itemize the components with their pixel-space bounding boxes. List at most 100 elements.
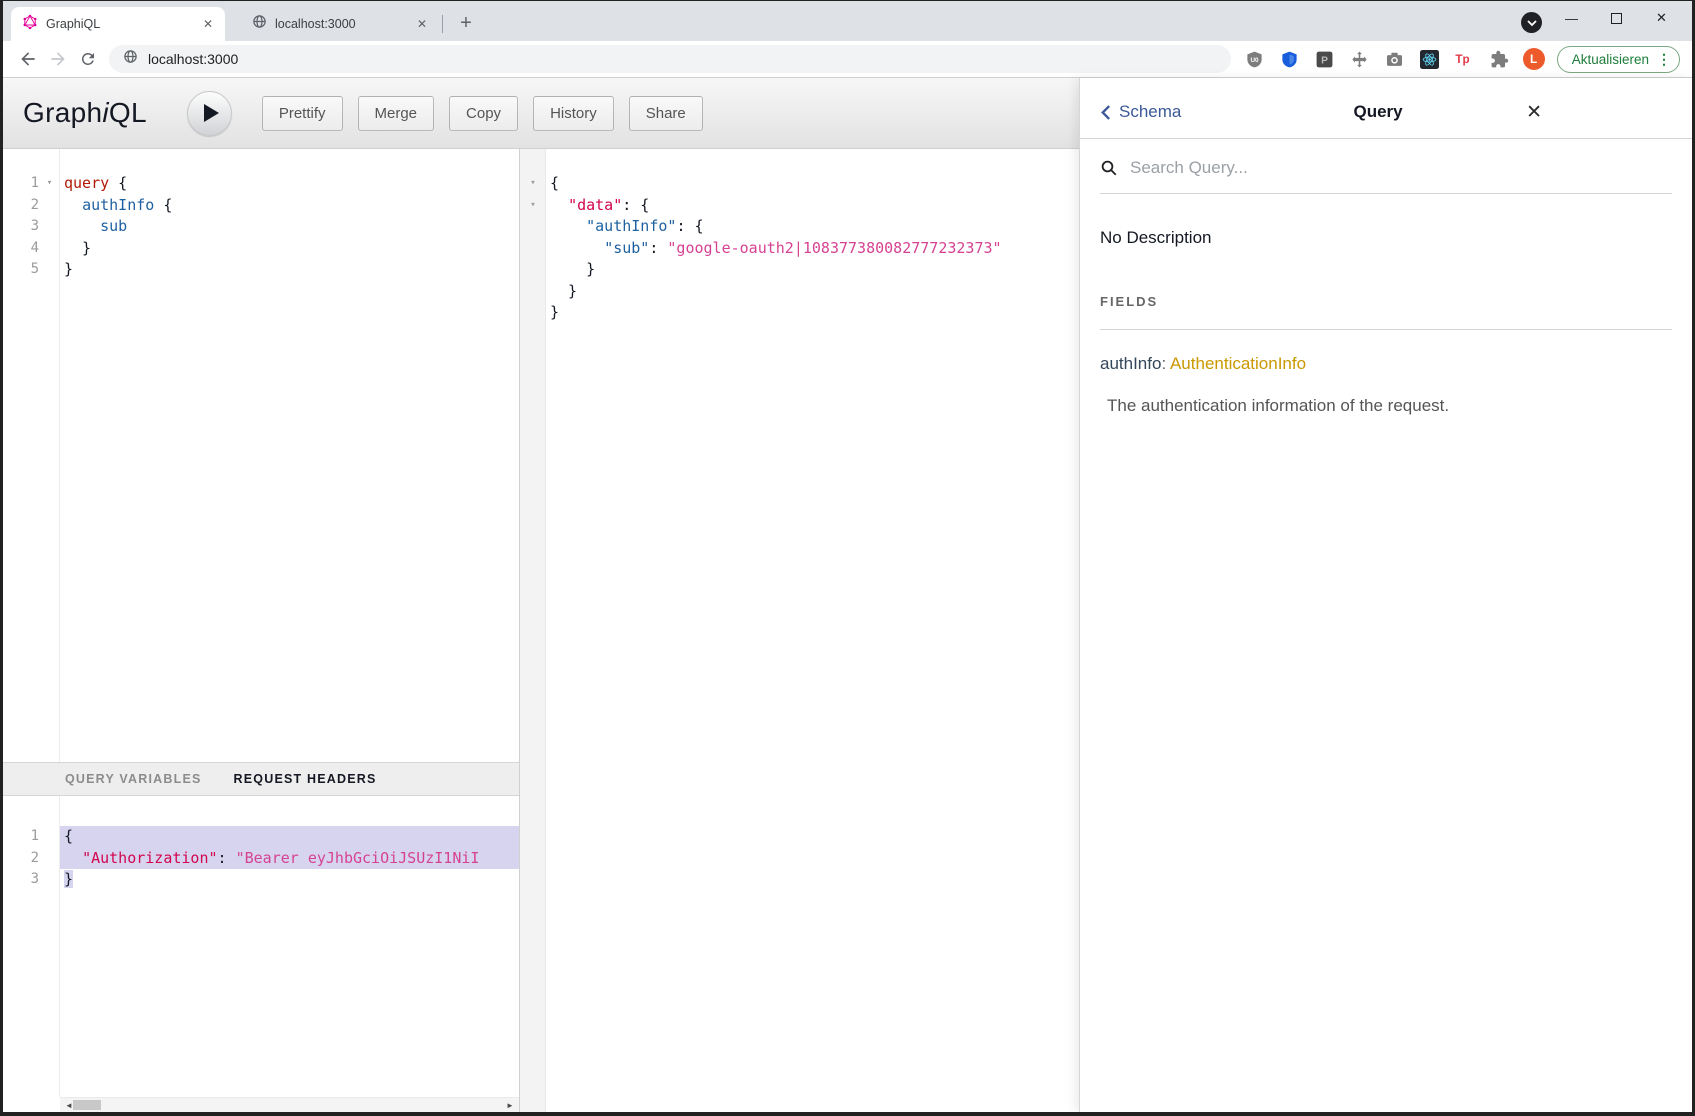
doc-close-icon[interactable]: ✕ (1526, 103, 1542, 122)
profile-avatar[interactable]: L (1523, 48, 1545, 70)
request-headers-editor[interactable]: 1{2 "Authorization": "Bearer eyJhbGciOiJ… (3, 796, 519, 1097)
puzzle-extension-icon[interactable] (1489, 49, 1510, 70)
fold-gutter-spacer (520, 216, 546, 238)
maximize-button[interactable] (1594, 5, 1639, 31)
code-token: { (550, 174, 559, 192)
code-token: { (109, 174, 127, 192)
query-editor[interactable]: 1▾query {2 authInfo {3 sub4 }5} (3, 149, 519, 762)
tab-close-icon[interactable]: ✕ (199, 15, 217, 33)
scrollbar-right-arrow-icon[interactable]: ► (503, 1098, 517, 1112)
doc-explorer-title: Query (1250, 102, 1506, 122)
browser-menu-icon[interactable]: ⋮ (1657, 51, 1671, 68)
line-number: 2 (3, 195, 39, 217)
toolbar-button-prettify[interactable]: Prettify (262, 96, 343, 131)
toolbar-button-history[interactable]: History (533, 96, 614, 131)
code-line: ▾{ (520, 173, 1079, 195)
address-bar[interactable]: localhost:3000 (109, 45, 1231, 73)
doc-search-input[interactable] (1128, 157, 1672, 179)
screenshot-extension-icon[interactable] (1384, 49, 1405, 70)
doc-back-link[interactable]: Schema (1100, 102, 1250, 122)
forward-button[interactable] (43, 44, 73, 74)
tab-separator (442, 15, 443, 33)
code-line: 5} (3, 259, 519, 281)
code-line-content: "authInfo": { (546, 216, 1079, 238)
code-token: { (154, 196, 172, 214)
code-line-content: "Authorization": "Bearer eyJhbGciOiJSUzI… (60, 848, 519, 870)
react-devtools-extension-icon[interactable] (1419, 49, 1440, 70)
p-extension-extension-icon[interactable]: P (1314, 49, 1335, 70)
toolbar-button-copy[interactable]: Copy (449, 96, 518, 131)
code-token: "data" (568, 196, 622, 214)
fold-gutter-spacer (39, 826, 60, 848)
reload-button[interactable] (73, 44, 103, 74)
new-tab-button[interactable]: + (454, 11, 478, 35)
code-line: ▾ "data": { (520, 195, 1079, 217)
code-token: query (64, 174, 109, 192)
field-type-link[interactable]: AuthenticationInfo (1170, 354, 1306, 373)
extensions-row: U0 P Tp (1237, 49, 1517, 70)
fold-arrow-icon[interactable]: ▾ (520, 195, 546, 217)
fold-arrow-icon[interactable]: ▾ (520, 173, 546, 195)
line-number: 1 (3, 826, 39, 848)
fold-arrow-icon[interactable]: ▾ (39, 173, 60, 195)
code-line: } (520, 281, 1079, 303)
field-name-link[interactable]: authInfo (1100, 354, 1161, 373)
minimize-button[interactable]: — (1549, 5, 1594, 31)
code-token: } (64, 239, 91, 257)
code-line-content: } (60, 238, 519, 260)
browser-tab-graphiql[interactable]: GraphiQL ✕ (11, 7, 225, 41)
fold-gutter-spacer (520, 302, 546, 324)
update-button-label: Aktualisieren (1572, 52, 1649, 67)
code-line-content: } (546, 302, 1079, 324)
svg-text:U0: U0 (1250, 56, 1259, 63)
secondary-editor-tabs: QUERY VARIABLES REQUEST HEADERS (3, 762, 519, 796)
tab-close-icon[interactable]: ✕ (413, 15, 431, 33)
fields-heading: FIELDS (1100, 294, 1672, 309)
browser-titlebar: GraphiQL ✕ localhost:3000 ✕ + — ✕ (3, 1, 1692, 41)
toolbar-button-share[interactable]: Share (629, 96, 703, 131)
code-token (550, 196, 568, 214)
play-icon (204, 104, 219, 122)
svg-text:Tp: Tp (1455, 53, 1469, 66)
close-button[interactable]: ✕ (1639, 5, 1684, 31)
line-number: 2 (3, 848, 39, 870)
execute-query-button[interactable] (187, 91, 232, 136)
browser-window: GraphiQL ✕ localhost:3000 ✕ + — ✕ (0, 0, 1695, 1116)
back-button[interactable] (13, 44, 43, 74)
code-line: 3 sub (3, 216, 519, 238)
tab-title: GraphiQL (46, 17, 199, 31)
code-line: 2 authInfo { (3, 195, 519, 217)
ublock-extension-icon[interactable]: U0 (1244, 49, 1265, 70)
svg-text:P: P (1321, 55, 1328, 66)
result-viewer[interactable]: ▾{▾ "data": { "authInfo": { "sub": "goog… (520, 149, 1079, 1112)
tab-request-headers[interactable]: REQUEST HEADERS (234, 772, 377, 786)
scrollbar-thumb[interactable] (73, 1100, 101, 1110)
move-extension-icon[interactable] (1349, 49, 1370, 70)
update-button[interactable]: Aktualisieren ⋮ (1557, 46, 1680, 73)
code-token: : { (622, 196, 649, 214)
code-line-content: } (60, 869, 519, 891)
code-line: 1▾query { (3, 173, 519, 195)
fold-gutter-spacer (520, 259, 546, 281)
graphiql-toolbar-buttons: Prettify Merge Copy History Share (232, 96, 703, 131)
graphiql-panes: 1▾query {2 authInfo {3 sub4 }5} QUERY VA… (3, 149, 1079, 1112)
code-token: : (218, 849, 236, 867)
code-token: "Bearer eyJhbGciOiJSUzI1NiI (236, 849, 480, 867)
code-line-content: sub (60, 216, 519, 238)
graphiql-logo: GraphiQL (23, 97, 147, 129)
toolbar-button-merge[interactable]: Merge (358, 96, 435, 131)
code-line: 4 } (3, 238, 519, 260)
code-lines: ▾{▾ "data": { "authInfo": { "sub": "goog… (520, 149, 1079, 324)
code-token: } (550, 303, 559, 321)
line-number: 3 (3, 216, 39, 238)
chevron-left-icon (1100, 104, 1111, 121)
tp-extension-icon[interactable]: Tp (1454, 49, 1475, 70)
code-line: "authInfo": { (520, 216, 1079, 238)
horizontal-scrollbar[interactable]: ◄ ► (60, 1097, 519, 1112)
bitwarden-extension-icon[interactable] (1279, 49, 1300, 70)
code-lines: 1▾query {2 authInfo {3 sub4 }5} (3, 149, 519, 281)
fold-gutter-spacer (39, 259, 60, 281)
browser-tab-localhost[interactable]: localhost:3000 ✕ (241, 7, 439, 41)
tab-query-variables[interactable]: QUERY VARIABLES (65, 772, 202, 786)
tab-search-button[interactable] (1521, 12, 1542, 33)
